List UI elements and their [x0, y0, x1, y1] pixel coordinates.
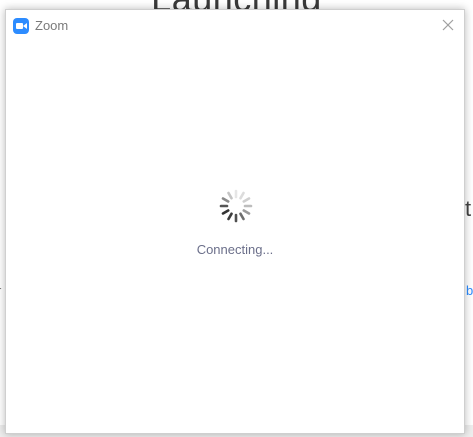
- zoom-camera-icon: [13, 18, 29, 34]
- loading-spinner-icon: [219, 189, 253, 223]
- dialog-title: Zoom: [35, 18, 69, 33]
- page: Launching l t r b i Zoom: [0, 0, 473, 437]
- background-text-fragment-left: l: [0, 196, 1, 222]
- dialog-titlebar[interactable]: Zoom: [6, 10, 464, 40]
- background-small-text-left: r: [0, 283, 1, 298]
- background-text-fragment-right: t: [465, 196, 472, 221]
- close-button[interactable]: [438, 15, 458, 35]
- close-icon: [442, 19, 454, 31]
- zoom-dialog: Zoom Connecting...: [5, 9, 465, 434]
- background-link-fragment[interactable]: b: [466, 283, 473, 298]
- connecting-status: Connecting...: [196, 242, 274, 257]
